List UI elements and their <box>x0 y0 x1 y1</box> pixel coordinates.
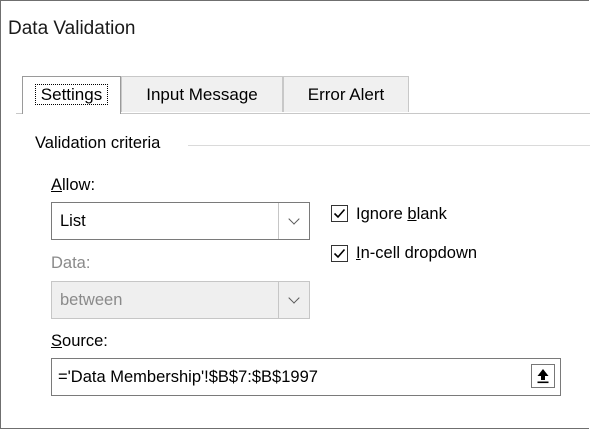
tab-settings[interactable]: Settings <box>22 76 121 114</box>
dialog-title: Data Validation <box>8 18 136 39</box>
tab-error-alert[interactable]: Error Alert <box>283 76 409 112</box>
in-cell-dropdown-label: In-cell dropdown <box>356 244 478 262</box>
tab-input-message[interactable]: Input Message <box>121 76 283 112</box>
data-dropdown: between <box>51 281 310 319</box>
allow-dropdown-button[interactable] <box>278 203 309 239</box>
collapse-dialog-button[interactable] <box>531 364 555 388</box>
tab-input-message-label: Input Message <box>146 85 258 104</box>
validation-criteria-label: Validation criteria <box>35 134 161 152</box>
chevron-down-icon <box>288 291 300 304</box>
chevron-down-icon <box>288 212 300 225</box>
checkmark-icon <box>333 208 346 219</box>
source-label: Source: <box>51 332 108 350</box>
tab-error-alert-label: Error Alert <box>307 85 385 104</box>
tab-settings-label: Settings <box>34 84 109 105</box>
allow-value: List <box>60 212 86 230</box>
allow-label: Allow: <box>51 176 96 194</box>
group-divider <box>188 145 590 146</box>
data-value: between <box>60 291 123 309</box>
ignore-blank-checkbox[interactable] <box>331 205 348 222</box>
source-value: ='Data Membership'!$B$7:$B$1997 <box>58 368 318 386</box>
checkmark-icon <box>333 248 346 259</box>
ignore-blank-label: Ignore blank <box>356 205 447 223</box>
allow-dropdown[interactable]: List <box>51 202 310 240</box>
in-cell-dropdown-checkbox[interactable] <box>331 245 348 262</box>
data-dropdown-button <box>278 282 309 318</box>
collapse-dialog-icon <box>537 369 549 384</box>
source-input[interactable]: ='Data Membership'!$B$7:$B$1997 <box>51 358 561 396</box>
data-label: Data: <box>51 254 91 272</box>
